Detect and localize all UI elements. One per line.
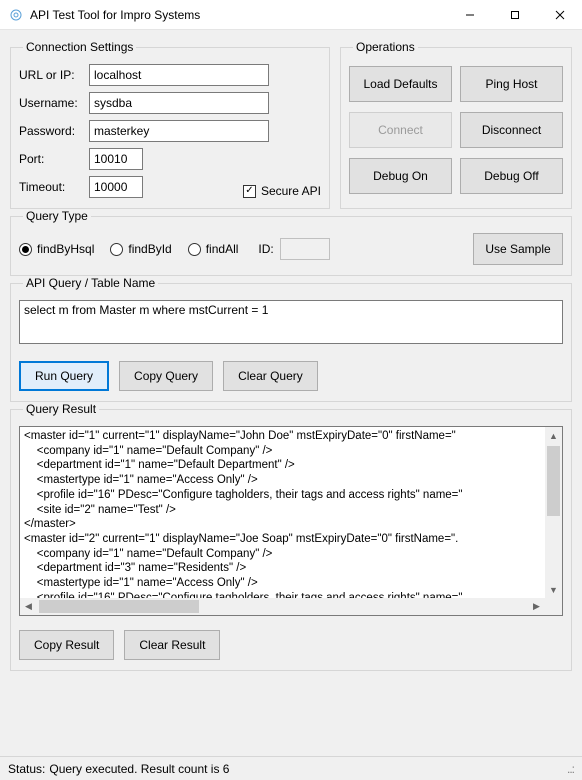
query-type-legend: Query Type [23, 209, 91, 223]
close-button[interactable] [537, 0, 582, 29]
load-defaults-button[interactable]: Load Defaults [349, 66, 452, 102]
query-result-content: <master id="1" current="1" displayName="… [20, 427, 545, 598]
radio-findall-label: findAll [206, 242, 239, 256]
query-type-group: Query Type findByHsql findById findAll I… [10, 209, 572, 276]
query-result-legend: Query Result [23, 402, 99, 416]
disconnect-button[interactable]: Disconnect [460, 112, 563, 148]
statusbar: Status: Query executed. Result count is … [0, 756, 582, 780]
username-label: Username: [19, 96, 89, 110]
copy-result-button[interactable]: Copy Result [19, 630, 114, 660]
window-title: API Test Tool for Impro Systems [30, 8, 447, 22]
resize-grip-icon[interactable]: ..: [567, 762, 574, 776]
radio-icon [19, 243, 32, 256]
window-controls [447, 0, 582, 29]
radio-findbyid-label: findById [128, 242, 171, 256]
use-sample-button[interactable]: Use Sample [473, 233, 563, 265]
scroll-up-icon[interactable]: ▲ [545, 427, 562, 444]
debug-off-button[interactable]: Debug Off [460, 158, 563, 194]
ping-host-button[interactable]: Ping Host [460, 66, 563, 102]
query-result-box[interactable]: <master id="1" current="1" displayName="… [19, 426, 563, 616]
radio-findall[interactable]: findAll [188, 242, 239, 256]
api-query-legend: API Query / Table Name [23, 276, 158, 290]
radio-findbyid[interactable]: findById [110, 242, 171, 256]
radio-icon [188, 243, 201, 256]
radio-findbyhsql[interactable]: findByHsql [19, 242, 94, 256]
scroll-down-icon[interactable]: ▼ [545, 581, 562, 598]
radio-icon [110, 243, 123, 256]
url-input[interactable] [89, 64, 269, 86]
run-query-button[interactable]: Run Query [19, 361, 109, 391]
query-result-group: Query Result <master id="1" current="1" … [10, 402, 572, 671]
vertical-scroll-thumb[interactable] [547, 446, 560, 516]
operations-legend: Operations [353, 40, 418, 54]
horizontal-scroll-thumb[interactable] [39, 600, 199, 613]
password-label: Password: [19, 124, 89, 138]
clear-query-button[interactable]: Clear Query [223, 361, 318, 391]
connection-settings-legend: Connection Settings [23, 40, 136, 54]
timeout-label: Timeout: [19, 180, 89, 194]
maximize-button[interactable] [492, 0, 537, 29]
username-input[interactable] [89, 92, 269, 114]
minimize-button[interactable] [447, 0, 492, 29]
scroll-corner [545, 598, 562, 615]
scroll-right-icon[interactable]: ▶ [528, 598, 545, 615]
status-text: Query executed. Result count is 6 [49, 762, 229, 776]
port-label: Port: [19, 152, 89, 166]
vertical-scrollbar[interactable]: ▲ ▼ [545, 427, 562, 598]
clear-result-button[interactable]: Clear Result [124, 630, 220, 660]
debug-on-button[interactable]: Debug On [349, 158, 452, 194]
id-input [280, 238, 330, 260]
id-label: ID: [258, 242, 273, 256]
radio-findbyhsql-label: findByHsql [37, 242, 94, 256]
password-input[interactable] [89, 120, 269, 142]
connection-settings-group: Connection Settings URL or IP: Username:… [10, 40, 330, 209]
url-label: URL or IP: [19, 68, 89, 82]
secure-api-label: Secure API [261, 184, 321, 198]
copy-query-button[interactable]: Copy Query [119, 361, 213, 391]
secure-api-checkbox[interactable]: ✓ Secure API [243, 184, 321, 198]
connect-button: Connect [349, 112, 452, 148]
scroll-left-icon[interactable]: ◀ [20, 598, 37, 615]
api-query-textarea[interactable]: select m from Master m where mstCurrent … [19, 300, 563, 344]
operations-group: Operations Load Defaults Ping Host Conne… [340, 40, 572, 209]
checkbox-icon: ✓ [243, 185, 256, 198]
status-label: Status: [8, 762, 45, 776]
app-icon [8, 7, 24, 23]
titlebar: API Test Tool for Impro Systems [0, 0, 582, 30]
api-query-group: API Query / Table Name select m from Mas… [10, 276, 572, 402]
timeout-input[interactable] [89, 176, 143, 198]
port-input[interactable] [89, 148, 143, 170]
horizontal-scrollbar[interactable]: ◀ ▶ [20, 598, 545, 615]
